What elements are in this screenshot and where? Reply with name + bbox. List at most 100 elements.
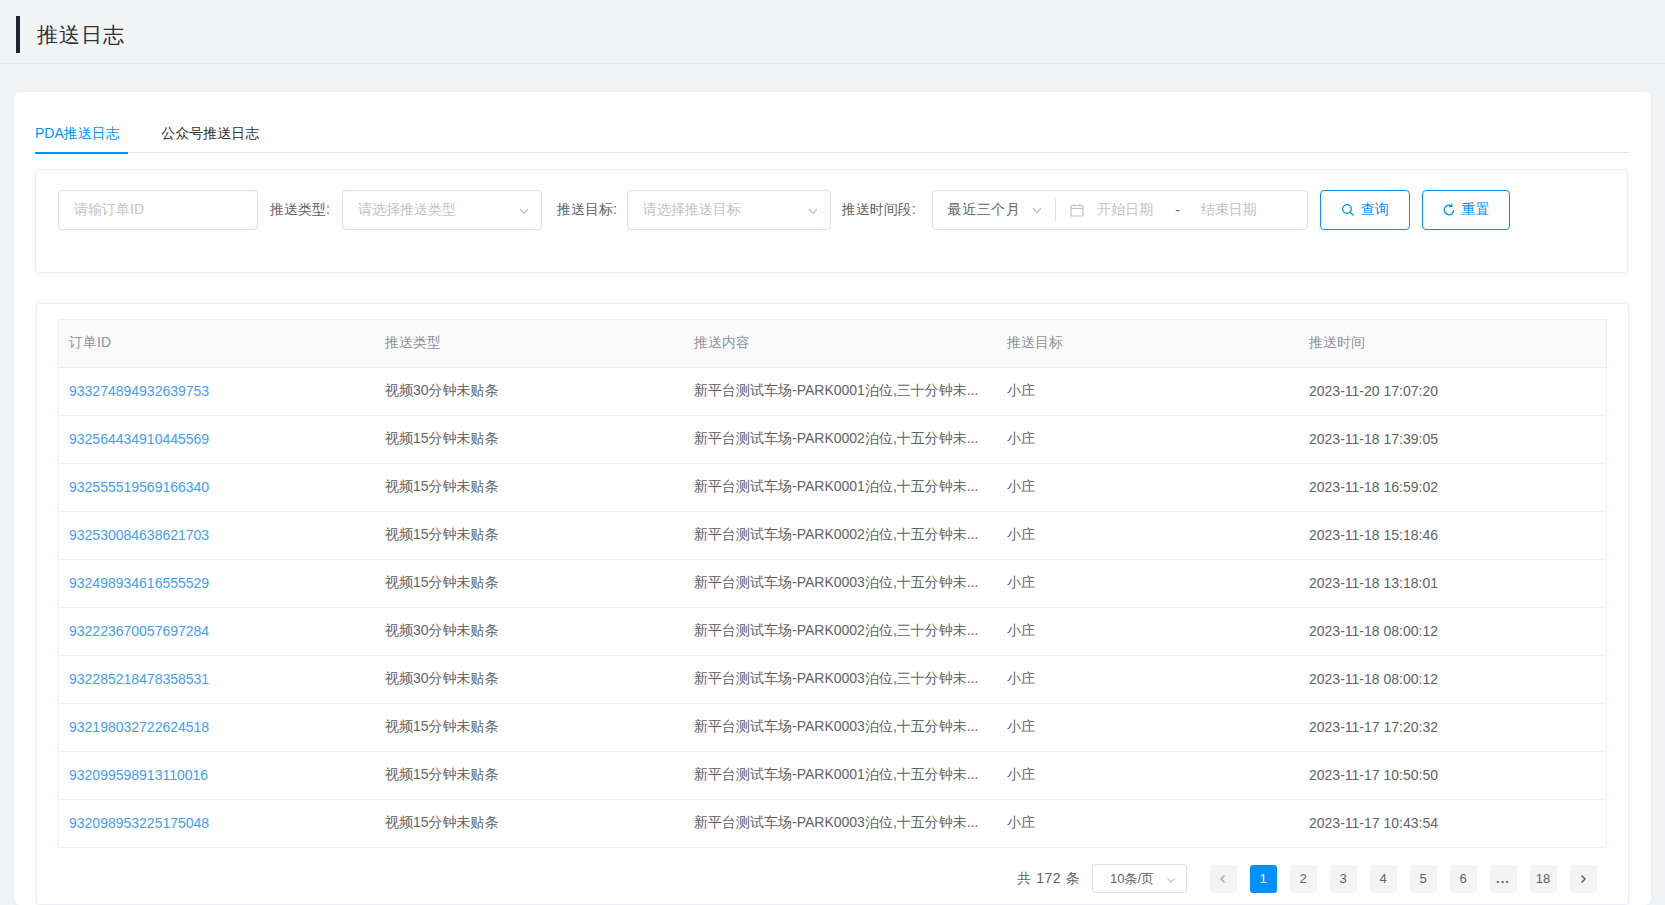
end-date-placeholder[interactable]: 结束日期: [1201, 201, 1257, 219]
push-type-cell-cell-wrap: 视频15分钟未贴条: [375, 703, 684, 751]
pagination: 共 172 条 10条/页 123456...18: [58, 864, 1607, 893]
push-type-cell: 视频15分钟未贴条: [385, 718, 499, 734]
push-content-cell: 新平台测试车场-PARK0002泊位,十五分钟未...: [694, 430, 978, 446]
push-time-cell: 2023-11-17 10:43:54: [1309, 815, 1438, 831]
push-target-label: 推送目标:: [557, 201, 617, 219]
order-id-link-cell-wrap: 932198032722624518: [59, 703, 375, 751]
push-type-cell: 视频15分钟未贴条: [385, 766, 499, 782]
push-target-cell: 小庄: [1007, 814, 1035, 830]
reset-button-label: 重置: [1462, 201, 1490, 219]
push-type-cell-cell-wrap: 视频15分钟未贴条: [375, 559, 684, 607]
order-id-link[interactable]: 932223670057697284: [69, 623, 209, 639]
table-header-row: 订单ID 推送类型 推送内容 推送目标 推送时间: [59, 320, 1606, 367]
pagination-page-2[interactable]: 2: [1290, 865, 1317, 893]
pagination-page-4[interactable]: 4: [1370, 865, 1397, 893]
push-time-cell: 2023-11-18 17:39:05: [1309, 431, 1438, 447]
order-id-link-cell-wrap: 932098953225175048: [59, 799, 375, 847]
order-id-link-cell-wrap: 932530084638621703: [59, 511, 375, 559]
pagination-more-button[interactable]: ...: [1490, 865, 1517, 893]
push-target-cell-cell-wrap: 小庄: [997, 655, 1299, 703]
start-date-placeholder[interactable]: 开始日期: [1097, 201, 1153, 219]
order-id-link[interactable]: 932555519569166340: [69, 479, 209, 495]
title-accent-bar: [16, 16, 20, 53]
push-type-cell: 视频30分钟未贴条: [385, 622, 499, 638]
push-type-cell: 视频30分钟未贴条: [385, 382, 499, 398]
page-size-select[interactable]: 10条/页: [1092, 864, 1187, 893]
push-target-cell-cell-wrap: 小庄: [997, 415, 1299, 463]
pagination-page-5[interactable]: 5: [1410, 865, 1437, 893]
reset-button[interactable]: 重置: [1422, 190, 1510, 230]
push-time-label: 推送时间段:: [842, 201, 916, 219]
push-type-cell: 视频15分钟未贴条: [385, 526, 499, 542]
push-target-cell-cell-wrap: 小庄: [997, 799, 1299, 847]
push-type-cell: 视频15分钟未贴条: [385, 430, 499, 446]
order-id-link-cell-wrap: 932099598913110016: [59, 751, 375, 799]
push-content-cell-cell-wrap: 新平台测试车场-PARK0002泊位,十五分钟未...: [684, 511, 997, 559]
pagination-next-button[interactable]: [1570, 865, 1597, 893]
push-content-cell-cell-wrap: 新平台测试车场-PARK0003泊位,三十分钟未...: [684, 655, 997, 703]
page-title: 推送日志: [37, 21, 125, 49]
push-type-cell: 视频30分钟未贴条: [385, 670, 499, 686]
push-target-cell: 小庄: [1007, 478, 1035, 494]
col-header-push-type: 推送类型: [375, 320, 684, 367]
order-id-link[interactable]: 932498934616555529: [69, 575, 209, 591]
pagination-page-18[interactable]: 18: [1530, 865, 1557, 893]
push-content-cell: 新平台测试车场-PARK0002泊位,十五分钟未...: [694, 526, 978, 542]
push-content-cell-cell-wrap: 新平台测试车场-PARK0003泊位,十五分钟未...: [684, 559, 997, 607]
push-content-cell: 新平台测试车场-PARK0002泊位,三十分钟未...: [694, 622, 978, 638]
push-time-cell-cell-wrap: 2023-11-18 15:18:46: [1299, 511, 1606, 559]
order-id-link-cell-wrap: 932285218478358531: [59, 655, 375, 703]
push-time-cell: 2023-11-17 17:20:32: [1309, 719, 1438, 735]
order-id-link[interactable]: 932198032722624518: [69, 719, 209, 735]
chevron-down-icon: [1030, 203, 1044, 217]
pagination-prev-button[interactable]: [1210, 865, 1237, 893]
table-row: 932530084638621703 视频15分钟未贴条 新平台测试车场-PARK0…: [59, 511, 1606, 559]
push-type-select[interactable]: 请选择推送类型: [342, 190, 542, 230]
push-target-cell: 小庄: [1007, 526, 1035, 542]
order-id-link-cell-wrap: 932498934616555529: [59, 559, 375, 607]
push-time-cell-cell-wrap: 2023-11-18 08:00:12: [1299, 655, 1606, 703]
order-id-link[interactable]: 932530084638621703: [69, 527, 209, 543]
push-time-cell-cell-wrap: 2023-11-17 17:20:32: [1299, 703, 1606, 751]
push-target-cell-cell-wrap: 小庄: [997, 463, 1299, 511]
col-header-order-id: 订单ID: [59, 320, 375, 367]
push-content-cell-cell-wrap: 新平台测试车场-PARK0002泊位,十五分钟未...: [684, 415, 997, 463]
col-header-push-time: 推送时间: [1299, 320, 1606, 367]
push-time-cell: 2023-11-18 08:00:12: [1309, 623, 1438, 639]
push-time-cell: 2023-11-18 15:18:46: [1309, 527, 1438, 543]
order-id-link[interactable]: 932285218478358531: [69, 671, 209, 687]
order-id-link[interactable]: 932564434910445569: [69, 431, 209, 447]
search-button[interactable]: 查询: [1320, 190, 1410, 230]
push-content-cell: 新平台测试车场-PARK0001泊位,十五分钟未...: [694, 766, 978, 782]
push-type-cell: 视频15分钟未贴条: [385, 814, 499, 830]
push-content-cell-cell-wrap: 新平台测试车场-PARK0003泊位,十五分钟未...: [684, 799, 997, 847]
tab-pda-push-log[interactable]: PDA推送日志: [35, 113, 128, 153]
push-time-cell-cell-wrap: 2023-11-18 16:59:02: [1299, 463, 1606, 511]
push-time-range[interactable]: 最近三个月 开始日期 - 结束日期: [932, 190, 1308, 230]
order-id-input[interactable]: 请输订单ID: [58, 190, 258, 230]
chevron-right-icon: [1577, 873, 1589, 885]
pagination-page-3[interactable]: 3: [1330, 865, 1357, 893]
push-type-cell-cell-wrap: 视频15分钟未贴条: [375, 415, 684, 463]
push-content-cell-cell-wrap: 新平台测试车场-PARK0001泊位,十五分钟未...: [684, 751, 997, 799]
order-id-link-cell-wrap: 932564434910445569: [59, 415, 375, 463]
order-id-link[interactable]: 932098953225175048: [69, 815, 209, 831]
push-type-cell-cell-wrap: 视频15分钟未贴条: [375, 751, 684, 799]
pagination-page-1[interactable]: 1: [1250, 865, 1277, 893]
table-row: 933274894932639753视频30分钟未贴条新平台测试车场-PARK0…: [59, 367, 1606, 415]
push-target-cell-cell-wrap: 小庄: [997, 559, 1299, 607]
push-content-cell: 新平台测试车场-PARK0001泊位,十五分钟未...: [694, 478, 978, 494]
push-type-cell-cell-wrap: 视频15分钟未贴条: [375, 511, 684, 559]
push-target-cell-cell-wrap: 小庄: [997, 703, 1299, 751]
pagination-page-6[interactable]: 6: [1450, 865, 1477, 893]
range-separator: -: [1175, 202, 1180, 218]
push-type-placeholder: 请选择推送类型: [358, 201, 456, 219]
time-preset-value[interactable]: 最近三个月: [948, 201, 1021, 219]
table-row: 932098953225175048 视频15分钟未贴条 新平台测试车场-PARK0…: [59, 799, 1606, 847]
col-header-push-content: 推送内容: [684, 320, 997, 367]
tab-wechat-push-log[interactable]: 公众号推送日志: [161, 113, 259, 153]
push-type-cell-cell-wrap: 视频30分钟未贴条: [375, 367, 684, 415]
order-id-link[interactable]: 933274894932639753: [69, 383, 209, 399]
order-id-link[interactable]: 932099598913110016: [69, 767, 208, 783]
push-target-select[interactable]: 请选择推送目标: [627, 190, 831, 230]
